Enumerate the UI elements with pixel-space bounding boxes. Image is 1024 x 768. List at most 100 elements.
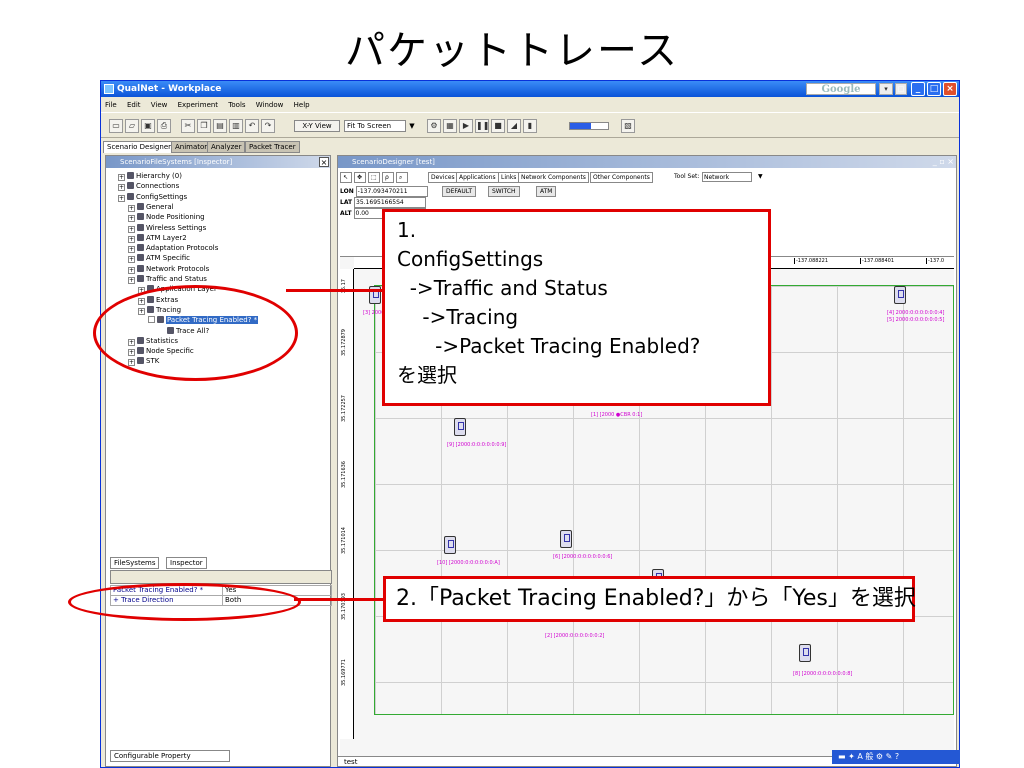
pause-icon[interactable]: ❚❚: [475, 119, 489, 133]
menu-bar: File Edit View Experiment Tools Window H…: [101, 98, 959, 112]
system-tray[interactable]: ▬ ✦ A 般 ⚙ ✎ ?: [832, 750, 960, 764]
tab-packet-tracer[interactable]: Packet Tracer: [245, 141, 300, 153]
device-default-button[interactable]: DEFAULT: [442, 186, 476, 197]
select-arrow-icon[interactable]: ↖: [340, 172, 352, 183]
node-icon[interactable]: [894, 286, 906, 304]
tab-links[interactable]: Links: [498, 172, 520, 183]
rectangle-select-icon[interactable]: ⬚: [368, 172, 380, 183]
folder-icon: [137, 264, 144, 272]
restore-small-icon[interactable]: □: [895, 83, 907, 95]
tab-other-components[interactable]: Other Components: [590, 172, 653, 183]
menu-file[interactable]: File: [105, 101, 117, 109]
search-dropdown-icon[interactable]: ▾: [879, 83, 893, 95]
component-tabs: ↖ ✥ ⬚ ρ ⌕ Devices Applications Links Net…: [340, 172, 954, 184]
open-file-icon[interactable]: ▱: [125, 119, 139, 133]
node-icon[interactable]: [444, 536, 456, 554]
expand-icon[interactable]: +: [128, 256, 135, 264]
node-label: [10] [2000:0:0:0:0:0:0:A]: [437, 560, 500, 566]
lasso-icon[interactable]: ρ: [382, 172, 394, 183]
expand-icon[interactable]: +: [128, 204, 135, 212]
expand-icon[interactable]: +: [128, 225, 135, 233]
tab-applications[interactable]: Applications: [456, 172, 499, 183]
minimize-button[interactable]: _: [911, 82, 925, 96]
menu-help[interactable]: Help: [294, 101, 310, 109]
tree-item[interactable]: + Node Positioning: [128, 213, 205, 223]
signal-icon[interactable]: ◢: [507, 119, 521, 133]
chevron-down-icon[interactable]: ▼: [756, 172, 765, 183]
tab-filesystems[interactable]: FileSystems: [110, 557, 160, 569]
run-settings-icon[interactable]: ⚙: [427, 119, 441, 133]
menu-edit[interactable]: Edit: [127, 101, 141, 109]
close-button[interactable]: ×: [943, 82, 957, 96]
expand-icon[interactable]: +: [128, 246, 135, 254]
play-icon[interactable]: ▶: [459, 119, 473, 133]
tree-item[interactable]: + ATM Specific: [128, 254, 190, 264]
tree-item[interactable]: + Network Protocols: [128, 264, 210, 274]
close-icon[interactable]: ×: [319, 157, 329, 167]
copy-icon[interactable]: ❐: [197, 119, 211, 133]
chevron-down-icon[interactable]: ▼: [407, 120, 417, 132]
tab-inspector[interactable]: Inspector: [166, 557, 207, 569]
lon-input[interactable]: -137.093470211: [355, 186, 428, 197]
grid-icon[interactable]: ▦: [443, 119, 457, 133]
node-icon[interactable]: [560, 530, 572, 548]
new-file-icon[interactable]: ▭: [109, 119, 123, 133]
tree-item[interactable]: + Traffic and Status: [128, 275, 207, 284]
window-titlebar[interactable]: QualNet - Workplace Google ▾ □ _ □ ×: [101, 81, 959, 97]
callout-step-1: 1. ConfigSettings ->Traffic and Status -…: [382, 209, 771, 406]
paste-icon[interactable]: ▤: [213, 119, 227, 133]
tab-network-components[interactable]: Network Components: [518, 172, 589, 183]
menu-window[interactable]: Window: [256, 101, 284, 109]
expand-icon[interactable]: +: [118, 184, 125, 192]
print-icon[interactable]: ⎙: [157, 119, 171, 133]
callout-line: ->Tracing: [397, 305, 519, 329]
toolset-select[interactable]: Network: [702, 172, 752, 182]
move-icon[interactable]: ✥: [354, 172, 366, 183]
expand-icon[interactable]: +: [128, 277, 135, 284]
expand-icon[interactable]: +: [118, 194, 125, 202]
stop-icon[interactable]: ■: [491, 119, 505, 133]
tree-item[interactable]: + Adaptation Protocols: [128, 244, 218, 254]
tree-item[interactable]: + Hierarchy (0): [118, 172, 182, 181]
tree-item[interactable]: + Connections: [118, 182, 179, 192]
device-atm-button[interactable]: ATM: [536, 186, 557, 197]
tab-analyzer[interactable]: Analyzer: [207, 141, 246, 153]
tree-item[interactable]: + ATM Layer2: [128, 233, 187, 243]
bar-chart-icon[interactable]: ▮: [523, 119, 537, 133]
delete-icon[interactable]: ▥: [229, 119, 243, 133]
node-icon[interactable]: [454, 418, 466, 436]
device-switch-button[interactable]: SWITCH: [488, 186, 520, 197]
ruler-label: 35.172257: [341, 395, 347, 423]
xy-view-button[interactable]: X-Y View: [294, 120, 340, 132]
undo-icon[interactable]: ↶: [245, 119, 259, 133]
expand-icon[interactable]: +: [118, 174, 125, 181]
tree-item[interactable]: + General: [128, 202, 174, 212]
tree-item[interactable]: + ConfigSettings: [118, 192, 187, 202]
folder-icon: [127, 192, 134, 200]
node-icon[interactable]: [799, 644, 811, 662]
report-icon[interactable]: ▧: [621, 119, 635, 133]
cut-icon[interactable]: ✂: [181, 119, 195, 133]
callout-line: ->Traffic and Status: [397, 276, 608, 300]
redo-icon[interactable]: ↷: [261, 119, 275, 133]
expand-icon[interactable]: +: [128, 266, 135, 274]
menu-tools[interactable]: Tools: [228, 101, 245, 109]
tree-item[interactable]: + Wireless Settings: [128, 223, 206, 233]
expand-icon[interactable]: +: [128, 215, 135, 223]
menu-experiment[interactable]: Experiment: [178, 101, 218, 109]
speed-progress-bar[interactable]: [569, 122, 609, 130]
lat-input[interactable]: 35.16951665S4: [354, 197, 427, 208]
google-search-box[interactable]: Google: [806, 83, 876, 95]
fit-to-screen-select[interactable]: Fit To Screen: [344, 120, 406, 132]
zoom-icon[interactable]: ⌕: [396, 172, 408, 183]
tab-scenario-designer[interactable]: Scenario Designer: [103, 141, 176, 153]
save-icon[interactable]: ▣: [141, 119, 155, 133]
maximize-button[interactable]: □: [927, 82, 941, 96]
tab-devices[interactable]: Devices: [428, 172, 458, 183]
panel-controls-icon[interactable]: _ ▫ ×: [933, 156, 954, 168]
menu-view[interactable]: View: [151, 101, 168, 109]
tree-item-label: Network Protocols: [146, 264, 210, 273]
expand-icon[interactable]: +: [128, 235, 135, 243]
folder-icon: [127, 172, 134, 179]
tab-animator[interactable]: Animator: [171, 141, 212, 153]
